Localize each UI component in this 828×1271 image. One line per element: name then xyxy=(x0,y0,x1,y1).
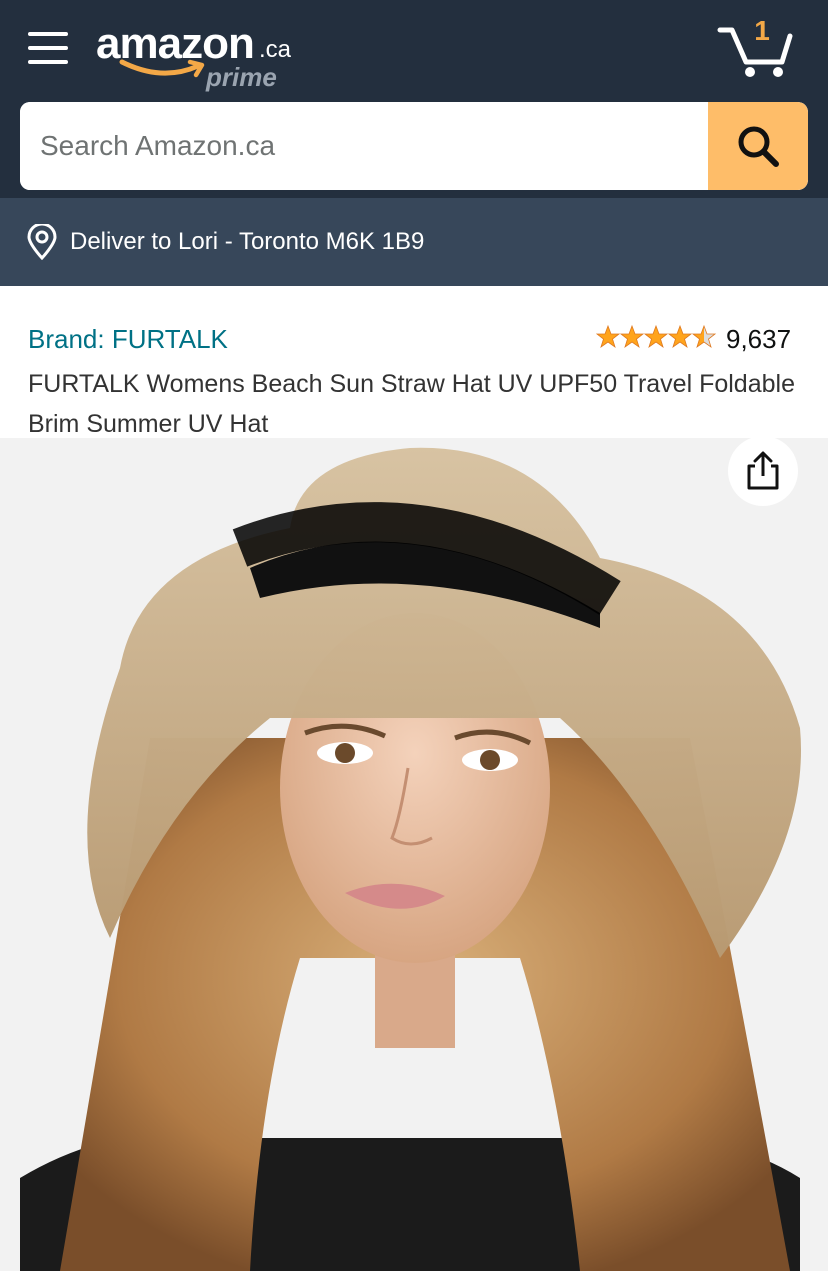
star-rating-icon xyxy=(596,325,716,348)
search-bar xyxy=(20,102,808,190)
logo-smile-arrow xyxy=(119,59,205,78)
product-image-gallery[interactable] xyxy=(0,438,828,1271)
logo-domain: .ca xyxy=(259,36,292,63)
cart-count-badge: 1 xyxy=(754,15,770,46)
location-pin-icon xyxy=(27,224,57,260)
rating-count: 9,637 xyxy=(726,324,792,354)
product-title: FURTALK Womens Beach Sun Straw Hat UV UP… xyxy=(28,370,795,438)
search-input[interactable] xyxy=(20,102,710,190)
deliver-to-bar[interactable]: Deliver to Lori - Toronto M6K 1B9 xyxy=(0,198,828,286)
share-icon xyxy=(747,451,779,490)
product-image xyxy=(0,438,828,1271)
search-icon xyxy=(738,126,779,167)
share-button[interactable] xyxy=(728,436,798,506)
product-info-section: Brand: FURTALK 9,637 FURTALK Womens Beac… xyxy=(0,286,828,438)
logo-prime-label: prime xyxy=(206,62,277,92)
cart-button[interactable]: 1 xyxy=(716,15,794,80)
top-navigation-bar: amazon .ca prime 1 xyxy=(0,0,828,198)
search-button[interactable] xyxy=(708,102,808,190)
rating-summary[interactable]: 9,637 xyxy=(596,322,806,354)
hamburger-menu-icon[interactable] xyxy=(28,30,70,66)
brand-link[interactable]: Brand: FURTALK xyxy=(28,324,228,354)
amazon-prime-logo[interactable]: amazon .ca prime xyxy=(96,18,306,98)
delivery-address-label: Deliver to Lori - Toronto M6K 1B9 xyxy=(70,228,425,255)
